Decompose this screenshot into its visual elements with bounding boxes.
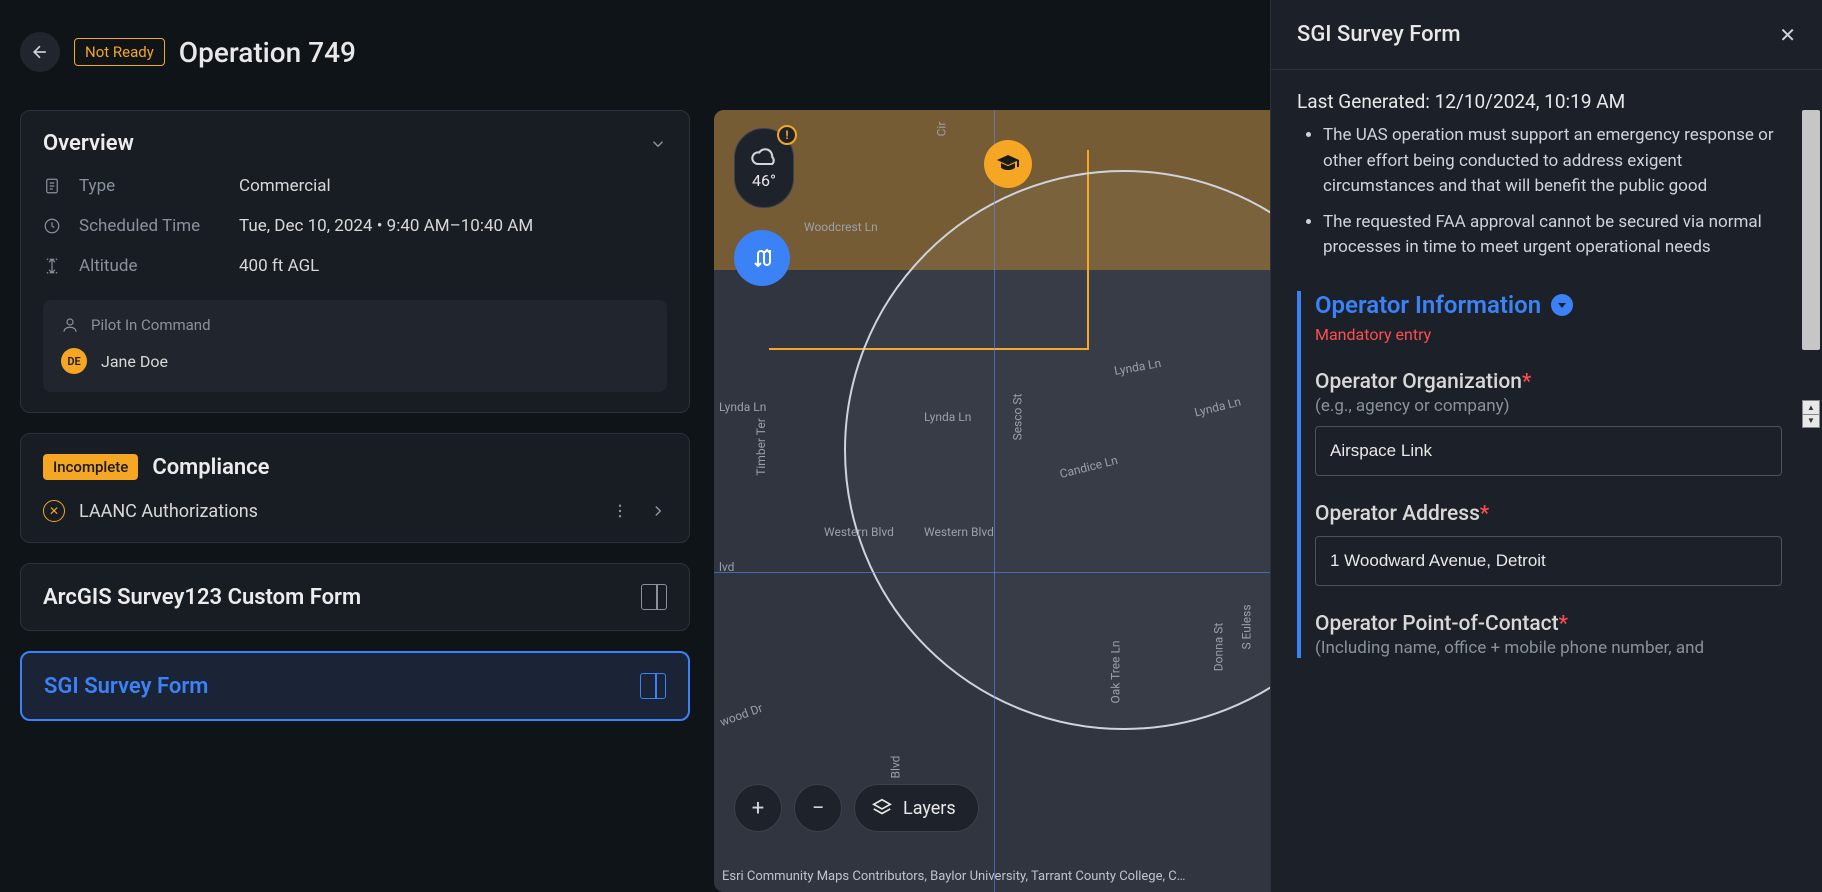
chevron-down-icon[interactable] — [649, 135, 667, 153]
more-vertical-icon[interactable] — [611, 502, 629, 520]
panel-title: SGI Survey Form — [1297, 22, 1461, 47]
altitude-row: Altitude 400 ft AGL — [43, 256, 667, 276]
clipboard-icon — [43, 177, 61, 195]
time-label: Scheduled Time — [79, 216, 239, 236]
cloud-icon — [750, 147, 778, 167]
street-label: S Euless — [1240, 604, 1254, 649]
compliance-title: Compliance — [152, 455, 269, 480]
last-generated: Last Generated: 12/10/2024, 10:19 AM — [1297, 90, 1782, 113]
page-title: Operation 749 — [179, 36, 356, 69]
operator-organization-field: Operator Organization* (e.g., agency or … — [1315, 370, 1782, 476]
survey123-title: ArcGIS Survey123 Custom Form — [43, 585, 361, 610]
panel-body: ▲▼ Last Generated: 12/10/2024, 10:19 AM … — [1271, 70, 1822, 892]
overview-title: Overview — [43, 131, 134, 156]
panel-header: SGI Survey Form ✕ — [1271, 0, 1822, 70]
clock-icon — [43, 217, 61, 235]
school-marker[interactable] — [984, 140, 1032, 188]
time-row: Scheduled Time Tue, Dec 10, 2024 • 9:40 … — [43, 216, 667, 236]
scrollbar[interactable] — [1802, 110, 1820, 350]
requirements-list: The UAS operation must support an emerge… — [1297, 123, 1782, 261]
temperature: 46° — [752, 171, 776, 190]
section-title: Operator Information — [1315, 291, 1541, 319]
alert-icon: ! — [777, 125, 797, 145]
time-value: Tue, Dec 10, 2024 • 9:40 AM–10:40 AM — [239, 216, 533, 236]
street-label: Timber Ter — [754, 418, 768, 476]
altitude-label: Altitude — [79, 256, 239, 276]
street-label: Woodcrest Ln — [804, 220, 878, 234]
pilot-name: Jane Doe — [101, 352, 168, 371]
collapse-toggle[interactable] — [1551, 294, 1573, 316]
survey123-card[interactable]: ArcGIS Survey123 Custom Form — [20, 563, 690, 631]
street-label: Western Blvd — [924, 525, 994, 539]
operator-address-field: Operator Address* — [1315, 502, 1782, 586]
street-label: Sesco St — [1010, 394, 1024, 441]
compliance-badge: Incomplete — [43, 454, 138, 480]
spinner-control[interactable]: ▲▼ — [1802, 400, 1820, 428]
operator-address-input[interactable] — [1315, 536, 1782, 586]
operator-organization-input[interactable] — [1315, 426, 1782, 476]
field-hint: (Including name, office + mobile phone n… — [1315, 638, 1782, 658]
requirement-item: The UAS operation must support an emerge… — [1323, 123, 1782, 200]
panel-toggle-icon[interactable] — [641, 584, 667, 610]
zoom-in-button[interactable]: + — [734, 784, 782, 832]
grid-line-vertical — [994, 110, 995, 892]
altitude-icon — [43, 257, 61, 275]
route-icon — [750, 246, 774, 270]
field-label: Operator Point-of-Contact — [1315, 612, 1559, 636]
street-label: Donna St — [1211, 623, 1225, 672]
type-value: Commercial — [239, 176, 331, 196]
type-label: Type — [79, 176, 239, 196]
avatar: DE — [61, 348, 87, 374]
street-label: lvd — [719, 560, 734, 574]
street-label: Blvd — [888, 756, 902, 779]
laanc-label: LAANC Authorizations — [79, 501, 258, 522]
layers-button[interactable]: Layers — [854, 784, 979, 832]
chevron-right-icon[interactable] — [649, 502, 667, 520]
operator-info-section: Operator Information Mandatory entry Ope… — [1297, 291, 1782, 658]
sgi-card[interactable]: SGI Survey Form — [20, 651, 690, 721]
sgi-form-panel: SGI Survey Form ✕ ▲▼ Last Generated: 12/… — [1270, 0, 1822, 892]
street-label: Lynda Ln — [719, 400, 766, 414]
left-column: Overview Type Commercial Scheduled Time … — [20, 90, 690, 892]
operator-poc-field: Operator Point-of-Contact* (Including na… — [1315, 612, 1782, 658]
mandatory-label: Mandatory entry — [1315, 325, 1782, 344]
laanc-row[interactable]: ✕ LAANC Authorizations — [43, 500, 667, 522]
field-hint: (e.g., agency or company) — [1315, 396, 1782, 416]
user-icon — [61, 316, 79, 334]
map-controls: + − Layers — [734, 784, 979, 832]
pilot-label: Pilot In Command — [91, 316, 211, 334]
weather-widget[interactable]: ! 46° — [734, 128, 794, 208]
close-button[interactable]: ✕ — [1779, 23, 1796, 47]
layers-label: Layers — [903, 798, 956, 819]
compliance-card: Incomplete Compliance ✕ LAANC Authorizat… — [20, 433, 690, 543]
requirement-item: The requested FAA approval cannot be sec… — [1323, 210, 1782, 261]
route-button[interactable] — [734, 230, 790, 286]
altitude-value: 400 ft AGL — [239, 256, 319, 276]
back-button[interactable] — [20, 32, 60, 72]
graduation-cap-icon — [996, 152, 1020, 176]
layers-icon — [871, 797, 893, 819]
arrow-left-icon — [30, 42, 50, 62]
zoom-out-button[interactable]: − — [794, 784, 842, 832]
street-label: Oak Tree Ln — [1109, 640, 1123, 703]
triangle-down-icon — [1557, 300, 1567, 310]
sgi-title: SGI Survey Form — [44, 674, 208, 699]
street-label: Lynda Ln — [924, 410, 971, 424]
status-x-icon: ✕ — [43, 500, 65, 522]
street-label: wood Dr — [718, 701, 765, 729]
field-label: Operator Address — [1315, 502, 1480, 526]
field-label: Operator Organization — [1315, 370, 1522, 394]
type-row: Type Commercial — [43, 176, 667, 196]
panel-toggle-icon[interactable] — [640, 673, 666, 699]
street-label: Western Blvd — [824, 525, 894, 539]
street-label: Cir — [934, 122, 948, 137]
overview-card: Overview Type Commercial Scheduled Time … — [20, 110, 690, 413]
status-chip: Not Ready — [74, 38, 165, 66]
pilot-box: Pilot In Command DE Jane Doe — [43, 300, 667, 392]
